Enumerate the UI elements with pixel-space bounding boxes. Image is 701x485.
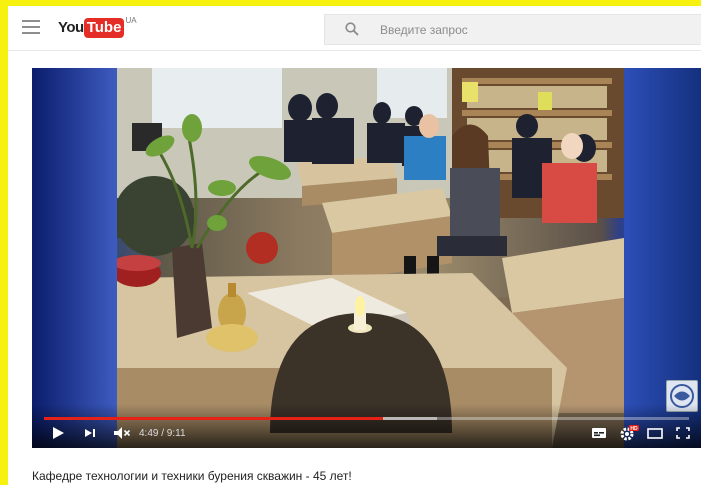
- youtube-logo[interactable]: You Tube UA: [58, 16, 137, 38]
- video-player[interactable]: 4:49 / 9:11 HD: [32, 68, 701, 448]
- search-input[interactable]: [380, 15, 680, 44]
- play-icon[interactable]: [50, 424, 66, 442]
- subtitles-icon[interactable]: [590, 424, 608, 442]
- theater-mode-icon[interactable]: [646, 424, 664, 442]
- next-icon[interactable]: [82, 424, 98, 442]
- logo-country-code: UA: [125, 16, 137, 25]
- guide-menu-icon[interactable]: [22, 20, 40, 34]
- fullscreen-icon[interactable]: [674, 424, 692, 442]
- time-display: 4:49 / 9:11: [139, 428, 186, 439]
- hd-badge: HD: [630, 426, 638, 432]
- settings-gear-icon[interactable]: HD: [618, 424, 640, 442]
- progress-bar[interactable]: [44, 417, 689, 420]
- volume-muted-icon[interactable]: [112, 424, 132, 442]
- masthead: You Tube UA: [8, 6, 701, 51]
- youtube-page: You Tube UA Введите запрос 4:49 / 9:11 H…: [8, 6, 701, 485]
- video-frame-scene: [32, 68, 701, 448]
- progress-played: [44, 417, 383, 420]
- logo-you-text: You: [58, 19, 84, 36]
- logo-tube-text: Tube: [83, 18, 125, 38]
- search-icon[interactable]: [345, 22, 359, 36]
- video-title: Кафедре технологии и техники бурения скв…: [32, 469, 352, 483]
- search-box[interactable]: [324, 14, 701, 45]
